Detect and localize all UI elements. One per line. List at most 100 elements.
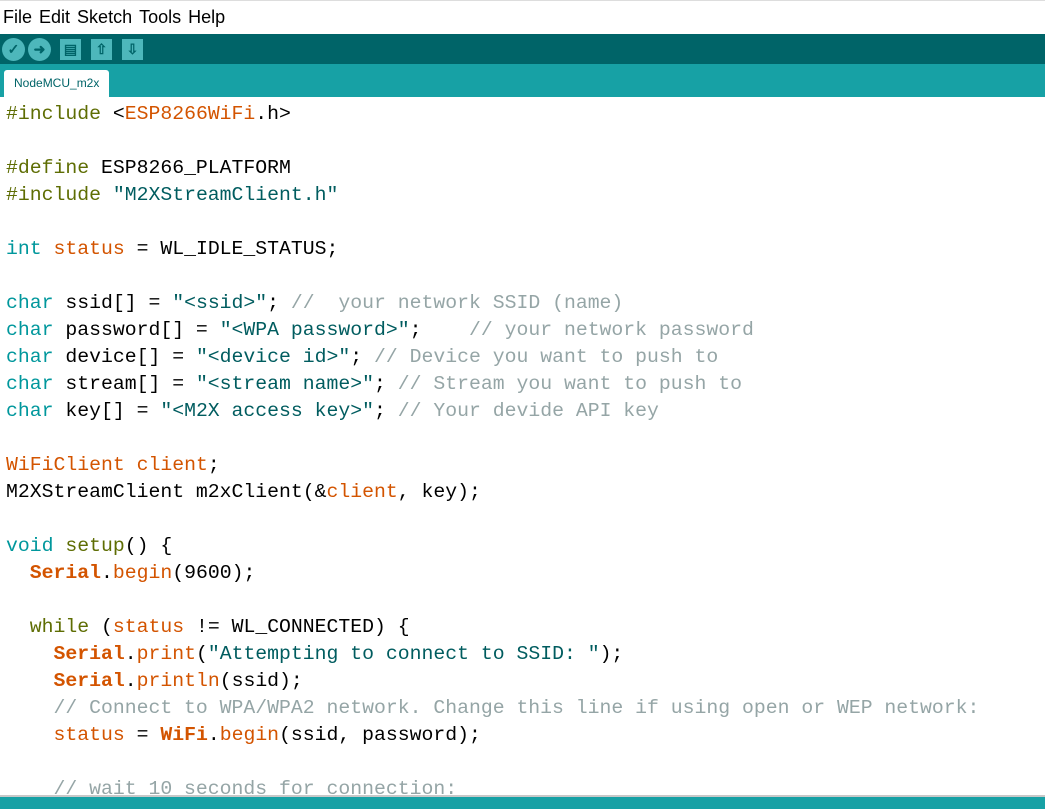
code-token: ; [374, 373, 398, 395]
menu-help[interactable]: Help [185, 7, 229, 28]
code-token: Serial [53, 643, 125, 665]
code-token: // Connect to WPA/WPA2 network. Change t… [53, 697, 980, 719]
code-token: = WL_IDLE_STATUS; [124, 238, 339, 260]
menu-tools[interactable]: Tools [136, 7, 185, 28]
code-token: begin [219, 724, 280, 746]
code-line: Serial.println(ssid); [0, 668, 1045, 695]
code-line: Serial.begin(9600); [0, 560, 1045, 587]
verify-button[interactable]: ✓ [2, 37, 25, 61]
code-token: ESP8266WiFi [124, 103, 256, 125]
code-line: WiFiClient client; [0, 452, 1045, 479]
new-icon: ▤ [63, 40, 78, 57]
code-token: ssid[] = [65, 292, 173, 314]
code-line: char stream[] = "<stream name>"; // Stre… [0, 371, 1045, 398]
code-token: // Your devide API key [397, 400, 659, 422]
upload-button[interactable]: ➜ [28, 37, 51, 61]
code-token: < [112, 103, 125, 125]
code-token: // wait 10 seconds for connection: [53, 778, 458, 795]
code-line: int status = WL_IDLE_STATUS; [0, 236, 1045, 263]
code-token: // Device you want to push to [374, 346, 719, 368]
code-line: char ssid[] = "<ssid>"; // your network … [0, 290, 1045, 317]
code-token: char [6, 400, 66, 422]
tab-sketch[interactable]: NodeMCU_m2x [4, 70, 110, 97]
code-token: println [136, 670, 220, 692]
save-button[interactable]: ⇩ [122, 38, 143, 60]
code-token: void [6, 535, 66, 557]
upload-icon: ➜ [33, 40, 46, 57]
code-token: ESP8266_PLATFORM [100, 157, 291, 179]
code-token: ( [195, 643, 208, 665]
open-button[interactable]: ⇧ [91, 38, 112, 60]
code-token: "Attempting to connect to SSID: " [207, 643, 600, 665]
code-line: #include "M2XStreamClient.h" [0, 182, 1045, 209]
code-token: Serial [53, 670, 125, 692]
code-token: device[] = [65, 346, 196, 368]
code-token: password[] = [65, 319, 220, 341]
code-token: status [112, 616, 185, 638]
code-line: void setup() { [0, 533, 1045, 560]
menu-edit[interactable]: Edit [36, 7, 74, 28]
code-line: M2XStreamClient m2xClient(&client, key); [0, 479, 1045, 506]
code-line: // Connect to WPA/WPA2 network. Change t… [0, 695, 1045, 722]
code-token: stream[] = [65, 373, 196, 395]
code-token: (9600); [172, 562, 256, 584]
code-line: char device[] = "<device id>"; // Device… [0, 344, 1045, 371]
code-token: WiFi [160, 724, 208, 746]
menu-sketch[interactable]: Sketch [74, 7, 136, 28]
code-line: status = WiFi.begin(ssid, password); [0, 722, 1045, 749]
code-token: ( [89, 616, 113, 638]
code-token: . [124, 670, 137, 692]
code-token: ); [599, 643, 624, 665]
menu-file[interactable]: File [0, 7, 36, 28]
code-token: "<ssid>" [172, 292, 268, 314]
code-line: #include <ESP8266WiFi.h> [0, 101, 1045, 128]
code-token: ; [207, 454, 220, 476]
code-token: != WL_CONNECTED) { [184, 616, 410, 638]
status-bar [0, 795, 1045, 809]
code-token: = [124, 724, 161, 746]
code-token: M2XStreamClient m2xClient(& [6, 481, 327, 503]
new-button[interactable]: ▤ [60, 38, 81, 60]
code-token: () { [124, 535, 173, 557]
toolbar: ✓ ➜ ▤ ⇧ ⇩ [0, 34, 1045, 64]
code-token: ; [409, 319, 469, 341]
code-token: ; [267, 292, 291, 314]
code-token: begin [112, 562, 173, 584]
code-token: status [53, 724, 125, 746]
verify-icon: ✓ [7, 40, 20, 57]
code-token: , key); [397, 481, 481, 503]
code-token: "<M2X access key>" [160, 400, 375, 422]
code-line: while (status != WL_CONNECTED) { [0, 614, 1045, 641]
code-line: char key[] = "<M2X access key>"; // Your… [0, 398, 1045, 425]
code-editor[interactable]: #include <ESP8266WiFi.h> #define ESP8266… [0, 101, 1045, 795]
code-token: "<stream name>" [195, 373, 374, 395]
code-token: status [53, 238, 125, 260]
code-token: ; [350, 346, 375, 368]
code-token: (ssid); [219, 670, 303, 692]
code-line: // wait 10 seconds for connection: [0, 776, 1045, 795]
code-token: key[] = [65, 400, 161, 422]
code-token: . [100, 562, 113, 584]
code-token: int [6, 238, 54, 260]
menu-bar: File Edit Sketch Tools Help [0, 0, 1045, 34]
code-token: while [29, 616, 90, 638]
code-line: Serial.print("Attempting to connect to S… [0, 641, 1045, 668]
code-token: .h> [255, 103, 291, 125]
open-icon: ⇧ [95, 40, 108, 57]
code-token: . [124, 643, 137, 665]
code-token: #include [6, 103, 113, 125]
code-token: #define [6, 157, 101, 179]
code-line: #define ESP8266_PLATFORM [0, 155, 1045, 182]
